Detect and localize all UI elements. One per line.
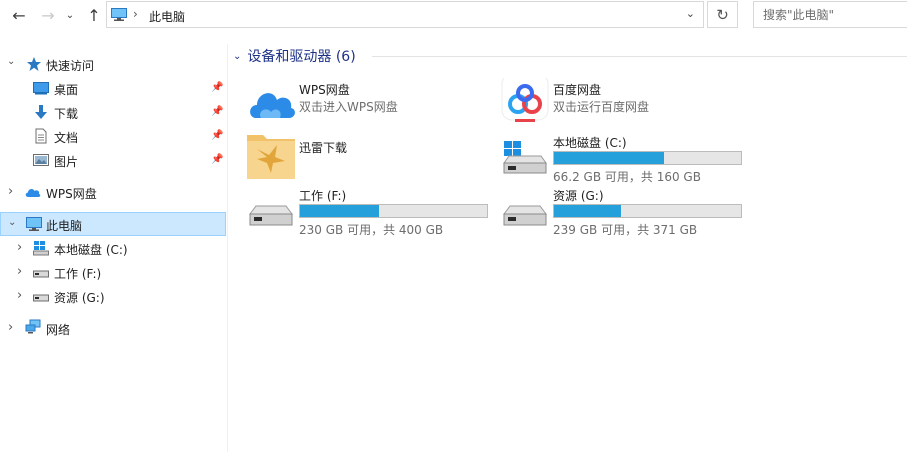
up-arrow-icon: ↑ bbox=[87, 5, 101, 25]
this-pc-icon bbox=[26, 217, 42, 231]
sidebar-item-label: 图片 bbox=[54, 155, 79, 169]
back-arrow-icon: ← bbox=[12, 5, 26, 25]
drive-size-text: 66.2 GB 可用，共 160 GB bbox=[553, 170, 701, 184]
search-box[interactable] bbox=[753, 1, 907, 28]
tile-name: 工作 (F:) bbox=[299, 189, 347, 203]
chevron-down-icon[interactable]: ⌄ bbox=[233, 51, 241, 62]
breadcrumb-this-pc[interactable]: 此电脑 bbox=[149, 8, 185, 25]
windows-drive-icon bbox=[503, 141, 547, 174]
sidebar-item-drive-g[interactable]: › 资源 (G:) bbox=[0, 284, 228, 308]
download-icon bbox=[35, 105, 47, 119]
tile-name: 资源 (G:) bbox=[553, 189, 604, 203]
sidebar-item-wps-cloud[interactable]: › WPS网盘 bbox=[0, 180, 228, 204]
drive-usage-fill bbox=[554, 152, 664, 164]
drive-f-tile[interactable]: 工作 (F:) 230 GB 可用，共 400 GB bbox=[247, 184, 492, 237]
refresh-icon: ↻ bbox=[716, 5, 729, 24]
sidebar-item-label: WPS网盘 bbox=[46, 187, 97, 201]
desktop-icon bbox=[33, 82, 49, 95]
address-history-chevron-icon[interactable]: ⌄ bbox=[686, 7, 695, 20]
drive-size-text: 239 GB 可用，共 371 GB bbox=[553, 223, 698, 237]
chevron-right-icon[interactable]: › bbox=[17, 288, 22, 303]
drive-usage-fill bbox=[554, 205, 621, 217]
sidebar-item-label: 桌面 bbox=[54, 83, 79, 97]
wps-cloud-icon bbox=[25, 189, 41, 197]
sidebar-item-label: 工作 (F:) bbox=[54, 267, 102, 281]
hard-drive-icon bbox=[503, 205, 547, 226]
sidebar-item-quick-access[interactable]: ⌄ 快速访问 bbox=[0, 52, 228, 76]
back-button[interactable]: ← bbox=[9, 5, 29, 25]
group-header-devices[interactable]: ⌄ 设备和驱动器 (6) bbox=[233, 46, 356, 66]
tile-name: 百度网盘 bbox=[553, 83, 602, 97]
sidebar-item-this-pc[interactable]: ⌄ 此电脑 bbox=[0, 212, 226, 236]
xunlei-folder-icon bbox=[247, 135, 295, 179]
sidebar-item-network[interactable]: › 网络 bbox=[0, 316, 228, 340]
address-bar[interactable]: › 此电脑 ⌄ bbox=[106, 1, 704, 28]
refresh-button[interactable]: ↻ bbox=[707, 1, 738, 28]
xunlei-download-tile[interactable]: 迅雷下载 bbox=[247, 131, 487, 181]
sidebar-item-label: 快速访问 bbox=[46, 59, 95, 73]
sidebar-item-pictures[interactable]: 图片 📌 bbox=[0, 148, 228, 172]
recent-locations-button[interactable]: ⌄ bbox=[60, 5, 80, 25]
sidebar-item-drive-f[interactable]: › 工作 (F:) bbox=[0, 260, 228, 284]
drive-usage-bar bbox=[553, 204, 742, 218]
chevron-down-icon: ⌄ bbox=[65, 9, 75, 21]
pin-icon[interactable]: 📌 bbox=[211, 106, 223, 117]
chevron-right-icon[interactable]: › bbox=[8, 184, 13, 199]
tile-description: 双击运行百度网盘 bbox=[553, 100, 650, 114]
pin-icon[interactable]: 📌 bbox=[211, 130, 223, 141]
document-icon bbox=[35, 128, 47, 144]
drive-usage-bar bbox=[299, 204, 488, 218]
picture-icon bbox=[33, 154, 49, 166]
drive-usage-fill bbox=[300, 205, 380, 217]
navigation-pane: ⌄ 快速访问 桌面 📌 下载 📌 文档 📌 图片 📌 › WPS网盘 ⌄ 此电脑… bbox=[0, 44, 228, 452]
sidebar-item-label: 资源 (G:) bbox=[54, 291, 105, 305]
navigation-toolbar: ← → ⌄ ↑ › 此电脑 ⌄ ↻ bbox=[0, 0, 907, 30]
pin-icon[interactable]: 📌 bbox=[211, 82, 223, 93]
this-pc-icon bbox=[111, 8, 127, 21]
tile-description: 双击进入WPS网盘 bbox=[299, 100, 398, 114]
sidebar-item-label: 文档 bbox=[54, 131, 79, 145]
chevron-right-icon[interactable]: › bbox=[8, 320, 13, 335]
sidebar-item-label: 此电脑 bbox=[46, 219, 83, 233]
tile-name: 本地磁盘 (C:) bbox=[553, 136, 627, 150]
up-button[interactable]: ↑ bbox=[84, 5, 104, 25]
baidu-netdisk-icon bbox=[501, 78, 549, 122]
star-icon bbox=[27, 57, 41, 71]
sidebar-item-drive-c[interactable]: › 本地磁盘 (C:) bbox=[0, 236, 228, 260]
wps-cloud-tile[interactable]: WPS网盘 双击进入WPS网盘 bbox=[247, 78, 487, 128]
drive-size-text: 230 GB 可用，共 400 GB bbox=[299, 223, 444, 237]
group-title: 设备和驱动器 (6) bbox=[247, 49, 356, 65]
forward-arrow-icon: → bbox=[41, 5, 55, 25]
sidebar-item-desktop[interactable]: 桌面 📌 bbox=[0, 76, 228, 100]
breadcrumb-separator-icon[interactable]: › bbox=[133, 7, 138, 21]
sidebar-item-label: 下载 bbox=[54, 107, 79, 121]
chevron-down-icon[interactable]: ⌄ bbox=[7, 56, 15, 67]
sidebar-item-documents[interactable]: 文档 📌 bbox=[0, 124, 228, 148]
drive-c-tile[interactable]: 本地磁盘 (C:) 66.2 GB 可用，共 160 GB bbox=[501, 131, 746, 184]
baidu-netdisk-tile[interactable]: 百度网盘 双击运行百度网盘 bbox=[501, 78, 741, 128]
wps-cloud-icon bbox=[250, 93, 295, 118]
search-input[interactable] bbox=[763, 8, 903, 22]
pin-icon[interactable]: 📌 bbox=[211, 154, 223, 165]
hard-drive-icon bbox=[33, 294, 49, 302]
chevron-right-icon[interactable]: › bbox=[17, 264, 22, 279]
tile-name: 迅雷下载 bbox=[299, 141, 348, 155]
chevron-right-icon[interactable]: › bbox=[17, 240, 22, 255]
network-icon bbox=[25, 319, 41, 334]
forward-button[interactable]: → bbox=[38, 5, 58, 25]
windows-drive-icon bbox=[33, 241, 49, 256]
tile-name: WPS网盘 bbox=[299, 83, 350, 97]
chevron-down-icon[interactable]: ⌄ bbox=[8, 217, 16, 228]
drive-usage-bar bbox=[553, 151, 742, 165]
sidebar-item-label: 网络 bbox=[46, 323, 71, 337]
group-divider bbox=[372, 56, 907, 57]
sidebar-item-downloads[interactable]: 下载 📌 bbox=[0, 100, 228, 124]
hard-drive-icon bbox=[249, 205, 293, 226]
sidebar-item-label: 本地磁盘 (C:) bbox=[54, 243, 128, 257]
hard-drive-icon bbox=[33, 270, 49, 278]
drive-g-tile[interactable]: 资源 (G:) 239 GB 可用，共 371 GB bbox=[501, 184, 746, 237]
